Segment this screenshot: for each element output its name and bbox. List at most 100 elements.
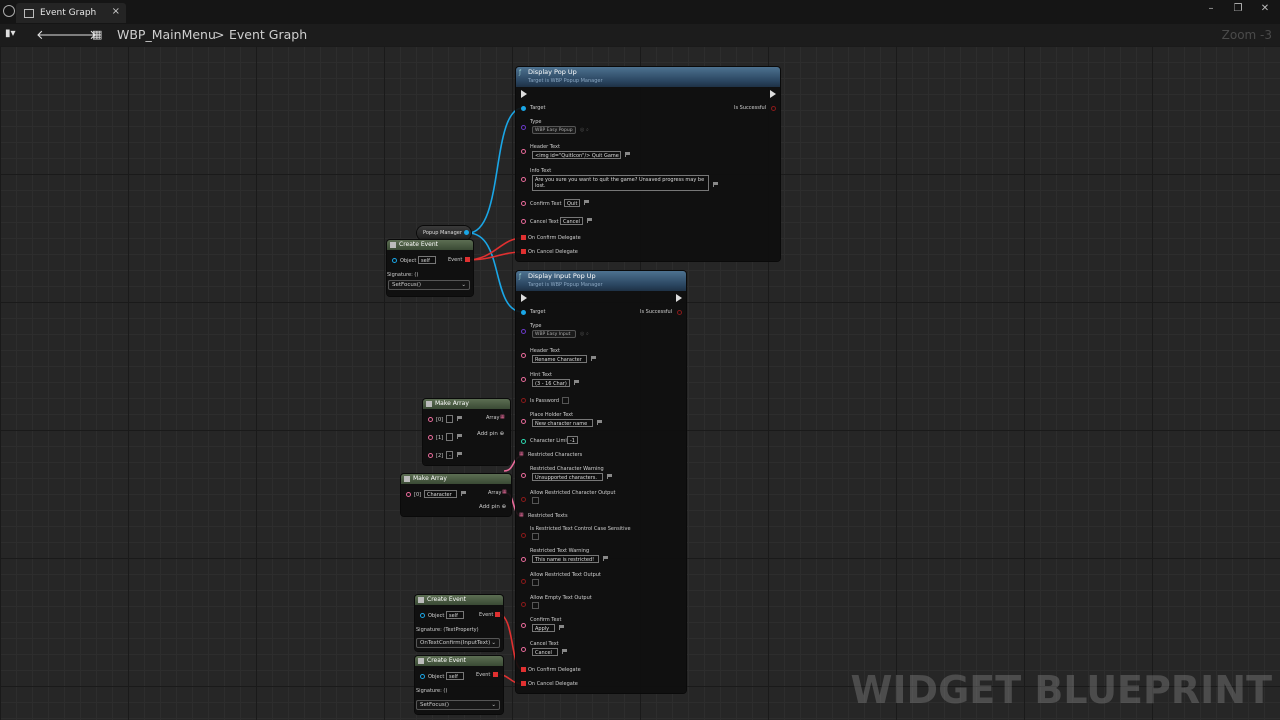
target-pin[interactable] [521, 106, 526, 111]
localize-flag-icon[interactable] [587, 218, 593, 223]
header-text-pin[interactable] [521, 149, 526, 154]
function-dropdown[interactable]: SetFocus() ⌄ [416, 700, 500, 710]
allow-empty-text-pin[interactable] [521, 602, 526, 607]
array-value-input[interactable] [446, 433, 453, 441]
localize-flag-icon[interactable] [457, 452, 463, 457]
array-pin-icon[interactable]: ▦ [519, 512, 524, 518]
allow-empty-text-checkbox[interactable] [532, 602, 539, 609]
localize-flag-icon[interactable] [607, 474, 613, 479]
display-popup-node[interactable]: ƒ Display Pop Up Target is WBP Popup Man… [516, 67, 780, 261]
on-confirm-delegate-pin[interactable] [521, 235, 526, 240]
restricted-text-warning-pin[interactable] [521, 557, 526, 562]
info-text-pin[interactable] [521, 177, 526, 182]
character-limit-pin[interactable] [521, 439, 526, 444]
allow-restricted-text-pin[interactable] [521, 579, 526, 584]
popup-manager-variable[interactable]: Popup Manager [417, 226, 471, 240]
object-pin[interactable] [420, 613, 425, 618]
restricted-case-checkbox[interactable] [532, 533, 539, 540]
header-text-input[interactable]: <img id="QuitIcon"/> Quit Game [532, 151, 621, 159]
unreal-logo-icon[interactable] [3, 5, 15, 17]
character-limit-input[interactable]: -1 [567, 436, 578, 444]
exec-in-pin[interactable] [521, 294, 527, 302]
type-pin[interactable] [521, 125, 526, 130]
function-dropdown[interactable]: OnTextConfirm(InputText) ⌄ [416, 638, 500, 648]
type-select[interactable]: WBP Easy Popup [532, 126, 576, 134]
exec-in-pin[interactable] [521, 90, 527, 98]
on-confirm-delegate-pin[interactable] [521, 667, 526, 672]
confirm-text-pin[interactable] [521, 201, 526, 206]
cancel-text-input[interactable]: Cancel [532, 648, 558, 656]
restricted-case-pin[interactable] [521, 533, 526, 538]
event-output-pin[interactable] [465, 257, 470, 262]
close-window-button[interactable]: ✕ [1258, 3, 1272, 14]
confirm-text-input[interactable]: Quit [564, 199, 580, 207]
object-pin[interactable] [392, 258, 397, 263]
popup-manager-output-pin[interactable] [464, 230, 469, 235]
array-input-pin-0[interactable] [406, 492, 411, 497]
hint-text-pin[interactable] [521, 377, 526, 382]
hint-text-input[interactable]: (3 - 16 Char) [532, 379, 570, 387]
add-pin-button[interactable]: Add pin ⊕ [477, 431, 504, 437]
restricted-char-warning-pin[interactable] [521, 473, 526, 478]
array-input-pin-0[interactable] [428, 417, 433, 422]
is-password-pin[interactable] [521, 398, 526, 403]
create-event-node-2[interactable]: Create Event Object self Event Signature… [415, 595, 503, 651]
event-output-pin[interactable] [493, 672, 498, 677]
object-value[interactable]: self [418, 256, 436, 264]
browse-icon[interactable]: ◎ ⌕ [580, 331, 589, 337]
cancel-text-pin[interactable] [521, 647, 526, 652]
bookmark-dropdown-icon[interactable]: ▮▾ [5, 28, 16, 39]
info-text-input[interactable]: Are you sure you want to quit the game? … [532, 175, 709, 191]
localize-flag-icon[interactable] [591, 356, 597, 361]
is-password-checkbox[interactable] [562, 397, 569, 404]
function-dropdown[interactable]: SetFocus() ⌄ [388, 280, 470, 290]
localize-flag-icon[interactable] [603, 556, 609, 561]
exec-out-pin[interactable] [676, 294, 682, 302]
object-value[interactable]: self [446, 672, 464, 680]
restricted-char-warning-input[interactable]: Unsupported characters. [532, 473, 603, 481]
header-text-input[interactable]: Rename Character [532, 355, 587, 363]
type-select[interactable]: WBP Easy Input [532, 330, 576, 338]
localize-flag-icon[interactable] [559, 625, 565, 630]
object-value[interactable]: self [446, 611, 464, 619]
allow-restricted-char-pin[interactable] [521, 497, 526, 502]
close-tab-icon[interactable]: × [112, 6, 120, 17]
placeholder-text-pin[interactable] [521, 419, 526, 424]
placeholder-text-input[interactable]: New character name [532, 419, 593, 427]
array-value-input[interactable] [446, 415, 453, 423]
restore-button[interactable]: ❐ [1231, 3, 1245, 14]
array-output-pin[interactable]: ▦ [500, 414, 505, 420]
array-value-input[interactable]: - [446, 451, 453, 459]
restricted-text-warning-input[interactable]: This name is restricted! [532, 555, 599, 563]
array-value-input[interactable]: Character [424, 490, 457, 498]
cancel-text-input[interactable]: Cancel [560, 217, 583, 225]
allow-restricted-char-checkbox[interactable] [532, 497, 539, 504]
localize-flag-icon[interactable] [574, 380, 580, 385]
localize-flag-icon[interactable] [457, 416, 463, 421]
allow-restricted-text-checkbox[interactable] [532, 579, 539, 586]
display-input-popup-node[interactable]: ƒ Display Input Pop Up Target is WBP Pop… [516, 271, 686, 693]
breadcrumb-root[interactable]: WBP_MainMenu [117, 27, 216, 42]
localize-flag-icon[interactable] [584, 200, 590, 205]
array-input-pin-1[interactable] [428, 435, 433, 440]
is-successful-pin[interactable] [771, 106, 776, 111]
breadcrumb-current[interactable]: Event Graph [229, 27, 307, 42]
graph-canvas[interactable]: Popup Manager Create Event Object self E… [0, 46, 1280, 720]
make-array-node-2[interactable]: Make Array Array ▦ [0] Character Add pin… [401, 474, 511, 516]
on-cancel-delegate-pin[interactable] [521, 681, 526, 686]
localize-flag-icon[interactable] [562, 649, 568, 654]
browse-icon[interactable]: ◎ ⌕ [580, 127, 589, 133]
confirm-text-pin[interactable] [521, 623, 526, 628]
create-event-node-1[interactable]: Create Event Object self Event Signature… [387, 240, 473, 296]
target-pin[interactable] [521, 310, 526, 315]
make-array-node-1[interactable]: Make Array Array ▦ [0] [1] [2] - Add pin… [423, 399, 510, 465]
event-output-pin[interactable] [495, 612, 500, 617]
confirm-text-input[interactable]: Apply [532, 624, 555, 632]
exec-out-pin[interactable] [770, 90, 776, 98]
tab-event-graph[interactable]: Event Graph × [16, 3, 126, 23]
localize-flag-icon[interactable] [597, 420, 603, 425]
localize-flag-icon[interactable] [461, 491, 467, 496]
create-event-node-3[interactable]: Create Event Object self Event Signature… [415, 656, 503, 714]
array-pin-icon[interactable]: ▦ [519, 451, 524, 457]
object-pin[interactable] [420, 674, 425, 679]
